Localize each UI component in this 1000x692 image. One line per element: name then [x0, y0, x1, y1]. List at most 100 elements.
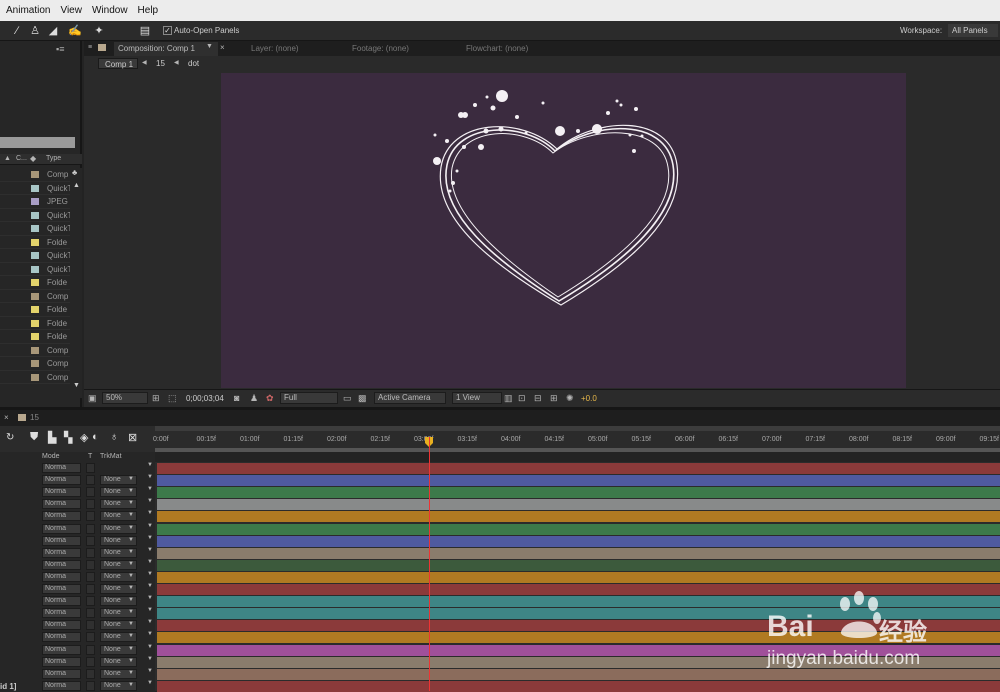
clone-stamp-tool-icon[interactable]: ♙ [28, 24, 42, 38]
breadcrumb-comp1[interactable]: Comp 1 [98, 58, 138, 69]
preserve-transparency-toggle[interactable] [86, 487, 95, 498]
preserve-transparency-toggle[interactable] [86, 632, 95, 643]
label-color-swatch[interactable] [31, 171, 39, 178]
project-item[interactable]: Comp [0, 168, 70, 182]
column-comment[interactable]: C... [16, 155, 27, 162]
motion-blur-icon[interactable]: ◈ [80, 431, 88, 444]
layer-duration-bar[interactable] [157, 559, 1000, 571]
project-item[interactable]: Comp [0, 357, 70, 371]
blend-mode-select[interactable]: Norma [42, 596, 81, 607]
preserve-transparency-toggle[interactable] [86, 547, 95, 558]
blend-mode-select[interactable]: Norma [42, 463, 81, 473]
label-color-swatch[interactable] [31, 225, 39, 232]
frame-blending-icon[interactable]: ▚ [64, 431, 72, 444]
layer-row[interactable]: Norma ▼ None ▼ [0, 546, 155, 559]
layer-row[interactable]: Norma ▼ None ▼ [0, 510, 155, 523]
project-item[interactable]: Folde [0, 330, 70, 344]
layer-row[interactable]: Norma ▼ None ▼ [0, 570, 155, 583]
project-scrollbar[interactable]: ♣ ▲ ▼ [70, 168, 82, 398]
flowchart-icon[interactable]: ⊞ [550, 393, 558, 404]
layer-duration-bar[interactable] [157, 499, 1000, 511]
layer-duration-bar[interactable] [157, 571, 1000, 583]
menu-window[interactable]: Window [92, 5, 128, 16]
composition-canvas[interactable] [221, 73, 906, 388]
flowchart-icon[interactable]: ♣ [72, 168, 77, 177]
region-of-interest-icon[interactable]: ▭ [343, 393, 352, 404]
label-color-swatch[interactable] [31, 265, 39, 273]
tab-close-icon[interactable]: × [220, 43, 225, 52]
blend-mode-select[interactable]: Norma [42, 559, 81, 570]
preserve-transparency-toggle[interactable] [86, 584, 95, 594]
brush-tool-icon[interactable]: ∕ [10, 24, 24, 38]
blend-mode-select[interactable]: Norma [42, 499, 81, 510]
label-color-swatch[interactable] [31, 373, 39, 381]
blend-mode-select[interactable]: Norma [42, 475, 81, 486]
label-color-swatch[interactable] [31, 238, 39, 246]
camera-select[interactable]: Active Camera [374, 392, 446, 404]
label-color-swatch[interactable] [31, 211, 39, 219]
auto-open-checkbox[interactable]: ✓ [163, 26, 172, 35]
label-color-swatch[interactable] [31, 360, 39, 367]
resolution-select[interactable]: Full [280, 392, 338, 404]
project-item[interactable]: Comp [0, 290, 70, 303]
blend-mode-select[interactable]: Norma [42, 523, 81, 534]
eraser-tool-icon[interactable]: ◢ [46, 24, 60, 38]
blend-mode-select[interactable]: Norma [42, 668, 81, 679]
layer-duration-bar[interactable] [157, 535, 1000, 547]
tab-composition[interactable]: Composition: Comp 1 [114, 42, 218, 56]
blend-mode-select[interactable]: Norma [42, 511, 81, 522]
work-area-bar[interactable] [155, 426, 1000, 431]
project-item[interactable]: Folde [0, 276, 70, 290]
transparency-grid-icon[interactable]: ▩ [358, 393, 367, 404]
hide-shy-layers-icon[interactable]: ▙ [48, 431, 56, 444]
label-color-swatch[interactable] [31, 346, 39, 354]
graph-editor-icon[interactable]: ⊠ [128, 431, 137, 444]
zoom-select[interactable]: 50% [102, 392, 148, 404]
pixel-aspect-icon[interactable]: ▥ [504, 393, 513, 404]
preserve-transparency-toggle[interactable] [86, 596, 95, 607]
exposure-value[interactable]: +0.0 [581, 394, 597, 403]
layer-row[interactable]: Norma ▼ None ▼ [0, 595, 155, 608]
label-color-swatch[interactable] [31, 333, 39, 340]
project-item[interactable]: QuickT [0, 263, 72, 276]
layer-duration-bar[interactable] [157, 523, 1000, 535]
project-item[interactable]: QuickT [0, 249, 72, 263]
label-color-swatch[interactable] [31, 252, 39, 259]
blend-mode-select[interactable]: Norma [42, 680, 81, 691]
layer-duration-bar[interactable] [157, 511, 1000, 523]
preserve-transparency-toggle[interactable] [86, 463, 95, 473]
time-ruler[interactable]: 0:00f 00:15f 01:00f 01:15f 02:00f 02:15f 03:00… [153, 426, 1000, 452]
preserve-transparency-toggle[interactable] [86, 535, 95, 546]
label-color-swatch[interactable] [31, 306, 39, 313]
menu-animation[interactable]: Animation [6, 5, 50, 16]
tab-footage[interactable]: Footage: (none) [352, 44, 409, 53]
brainstorm-icon[interactable]: ◐ [92, 431, 99, 443]
tab-dropdown-icon[interactable]: ▼ [206, 43, 213, 50]
timeline-tab-15[interactable]: 15 [30, 413, 39, 422]
sort-arrow-icon[interactable]: ▲ [4, 155, 11, 162]
label-color-swatch[interactable] [31, 292, 39, 300]
comp-mini-flowchart-icon[interactable]: ↻ [6, 432, 14, 443]
blend-mode-select[interactable]: Norma [42, 644, 81, 655]
snapshot-icon[interactable]: ◙ [234, 393, 239, 403]
layer-row[interactable]: Norma ▼ None ▼ [0, 558, 155, 571]
layer-row[interactable]: Norma ▼ [0, 462, 155, 474]
blend-mode-select[interactable]: Norma [42, 547, 81, 558]
draft-3d-icon[interactable]: ⛊ [30, 431, 38, 444]
menu-view[interactable]: View [60, 5, 82, 16]
label-color-swatch[interactable] [31, 319, 39, 327]
layer-duration-bar[interactable] [157, 487, 1000, 499]
breadcrumb-15[interactable]: 15 [156, 59, 165, 68]
preserve-transparency-toggle[interactable] [86, 571, 95, 582]
tab-layer[interactable]: Layer: (none) [251, 44, 299, 53]
preserve-transparency-toggle[interactable] [86, 644, 95, 655]
channel-icon[interactable]: ✿ [266, 393, 274, 404]
preserve-transparency-toggle[interactable] [86, 608, 95, 619]
layer-row[interactable]: Norma ▼ None ▼ [0, 498, 155, 511]
roto-brush-tool-icon[interactable]: ✍ [68, 24, 82, 38]
blend-mode-select[interactable]: Norma [42, 571, 81, 582]
layer-row[interactable]: Norma ▼ None ▼ [0, 667, 155, 680]
project-item[interactable]: QuickT [0, 182, 72, 195]
tab-flowchart[interactable]: Flowchart: (none) [466, 44, 528, 53]
workspace-select[interactable]: All Panels [948, 24, 998, 37]
